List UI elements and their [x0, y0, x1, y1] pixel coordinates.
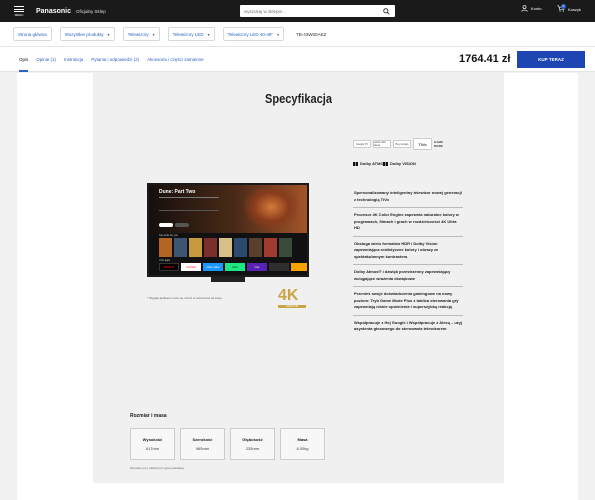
search-icon[interactable] [380, 5, 392, 17]
account-label: Konto [531, 6, 542, 11]
breadcrumb-all-products[interactable]: Wszystkie produkty ▾ [59, 27, 115, 41]
hey-google-logo: Hey Google [393, 140, 411, 148]
search-bar [240, 5, 395, 17]
dolby-vision-logo: Dolby VISION [383, 161, 416, 166]
feature-list: Spersonalizowany inteligentny telewizor … [353, 186, 463, 337]
breadcrumb-led-40-49[interactable]: Telewizory LED 40-49" ▾ [222, 27, 285, 41]
account-button[interactable]: Konto [521, 5, 541, 12]
cart-count-badge: 0 [561, 4, 566, 9]
breadcrumb-home[interactable]: Strona główna [13, 27, 52, 41]
breadcrumb: Strona główna Wszystkie produkty ▾ Telewi… [0, 22, 595, 47]
alexa-logo: works with alexa [373, 140, 391, 148]
cart-button[interactable]: 0 Koszyk [557, 4, 581, 13]
product-price: 1764.41 zł [459, 53, 511, 65]
feature-item: Dolby Atmos® i dźwięk przestrzenny zapew… [353, 265, 463, 287]
breadcrumb-tvs[interactable]: Telewizory ▾ [122, 27, 160, 41]
dolby-atmos-logo: Dolby ATMOS [353, 161, 386, 166]
chevron-down-icon: ▾ [107, 31, 110, 37]
feature-item: Przenieś swoje doświadczenia gamingowe n… [353, 287, 463, 316]
dimensions-grid: Wysokość 617mm Szerokość 965mm Głębokość 23… [130, 428, 330, 460]
feature-item: Spersonalizowany inteligentny telewizor … [353, 186, 463, 208]
google-tv-logo: Google TV [353, 140, 371, 148]
4k-ultra-hd-badge: 4K ULTRA HD [278, 288, 306, 310]
feature-logos: Google TV works with alexa Hey Google Ti… [353, 135, 473, 185]
game-mode-logo: GAME MODE [434, 139, 443, 148]
tv-product-image: Dune: Part Two Top picks for you Your ap… [147, 183, 309, 283]
specification-panel: Specyfikacja Google TV works with alexa … [93, 73, 504, 483]
feature-item: Procesor 4K Color Engine zapewnia natura… [353, 208, 463, 237]
feature-item: Współpracuje z Hej Google i Współpracuje… [354, 319, 463, 332]
tab-qa[interactable]: Pytania i odpowiedzi (2) [91, 47, 139, 72]
chevron-down-icon: ▾ [277, 31, 280, 37]
breadcrumb-current-product: TB-43W60AEZ [292, 27, 331, 41]
store-label: Oficjalny Sklep [76, 8, 106, 14]
dimensions-note: Wymiary przy założonym typie podstawy [130, 466, 184, 470]
dolby-icon [383, 161, 388, 166]
app-tile: NETFLIX [159, 263, 179, 271]
dimensions-heading: Rozmiar i masa [130, 413, 167, 419]
chevron-down-icon: ▾ [152, 31, 155, 37]
spec-title: Specyfikacja [265, 91, 332, 106]
menu-button[interactable]: MENU [8, 0, 30, 22]
buy-now-button[interactable]: KUP TERAZ [517, 51, 585, 68]
tv-screen-title: Dune: Part Two [159, 189, 196, 195]
feature-item: Obsługa wielu formatów HDR i Dolby Visio… [353, 237, 463, 265]
dimension-weight: Masa 8.00kg [280, 428, 325, 460]
tv-row-top-picks: Top picks for you [159, 234, 178, 237]
dimension-width: Szerokość 965mm [180, 428, 225, 460]
brand-logo[interactable]: Panasonic [36, 8, 71, 15]
cart-label: Koszyk [568, 6, 581, 12]
app-tile: YouTube [181, 263, 201, 271]
user-icon [521, 5, 528, 12]
tab-description[interactable]: Opis [19, 47, 29, 72]
app-tile: prime video [203, 263, 223, 271]
app-tile: max [247, 263, 267, 271]
tv-disclaimer: * Wygląd aplikacji może się różnić w zal… [147, 296, 223, 300]
app-tile: hulu [225, 263, 245, 271]
tivo-logo: TiVo [413, 138, 432, 150]
tab-reviews[interactable]: Opinie (1) [36, 47, 56, 72]
tv-stand [211, 277, 245, 282]
cart-icon: 0 [557, 4, 566, 13]
tv-screen: Dune: Part Two Top picks for you Your ap… [147, 183, 309, 277]
chevron-down-icon: ▾ [207, 31, 210, 37]
menu-label: MENU [14, 12, 24, 17]
top-navigation-bar: MENU Panasonic Oficjalny Sklep Konto 0 K… [0, 0, 595, 22]
dimension-height: Wysokość 617mm [130, 428, 175, 460]
tv-row-apps: Your apps [159, 259, 171, 262]
tab-manual[interactable]: Instrukcja [64, 47, 83, 72]
dolby-icon [353, 161, 358, 166]
search-input[interactable] [240, 8, 380, 14]
tab-accessories[interactable]: Akcesoria i części zamienne [147, 47, 204, 72]
dimension-depth: Głębokość 235mm [230, 428, 275, 460]
breadcrumb-led-tvs[interactable]: Telewizory LED ▾ [167, 27, 215, 41]
hamburger-icon [14, 5, 24, 12]
